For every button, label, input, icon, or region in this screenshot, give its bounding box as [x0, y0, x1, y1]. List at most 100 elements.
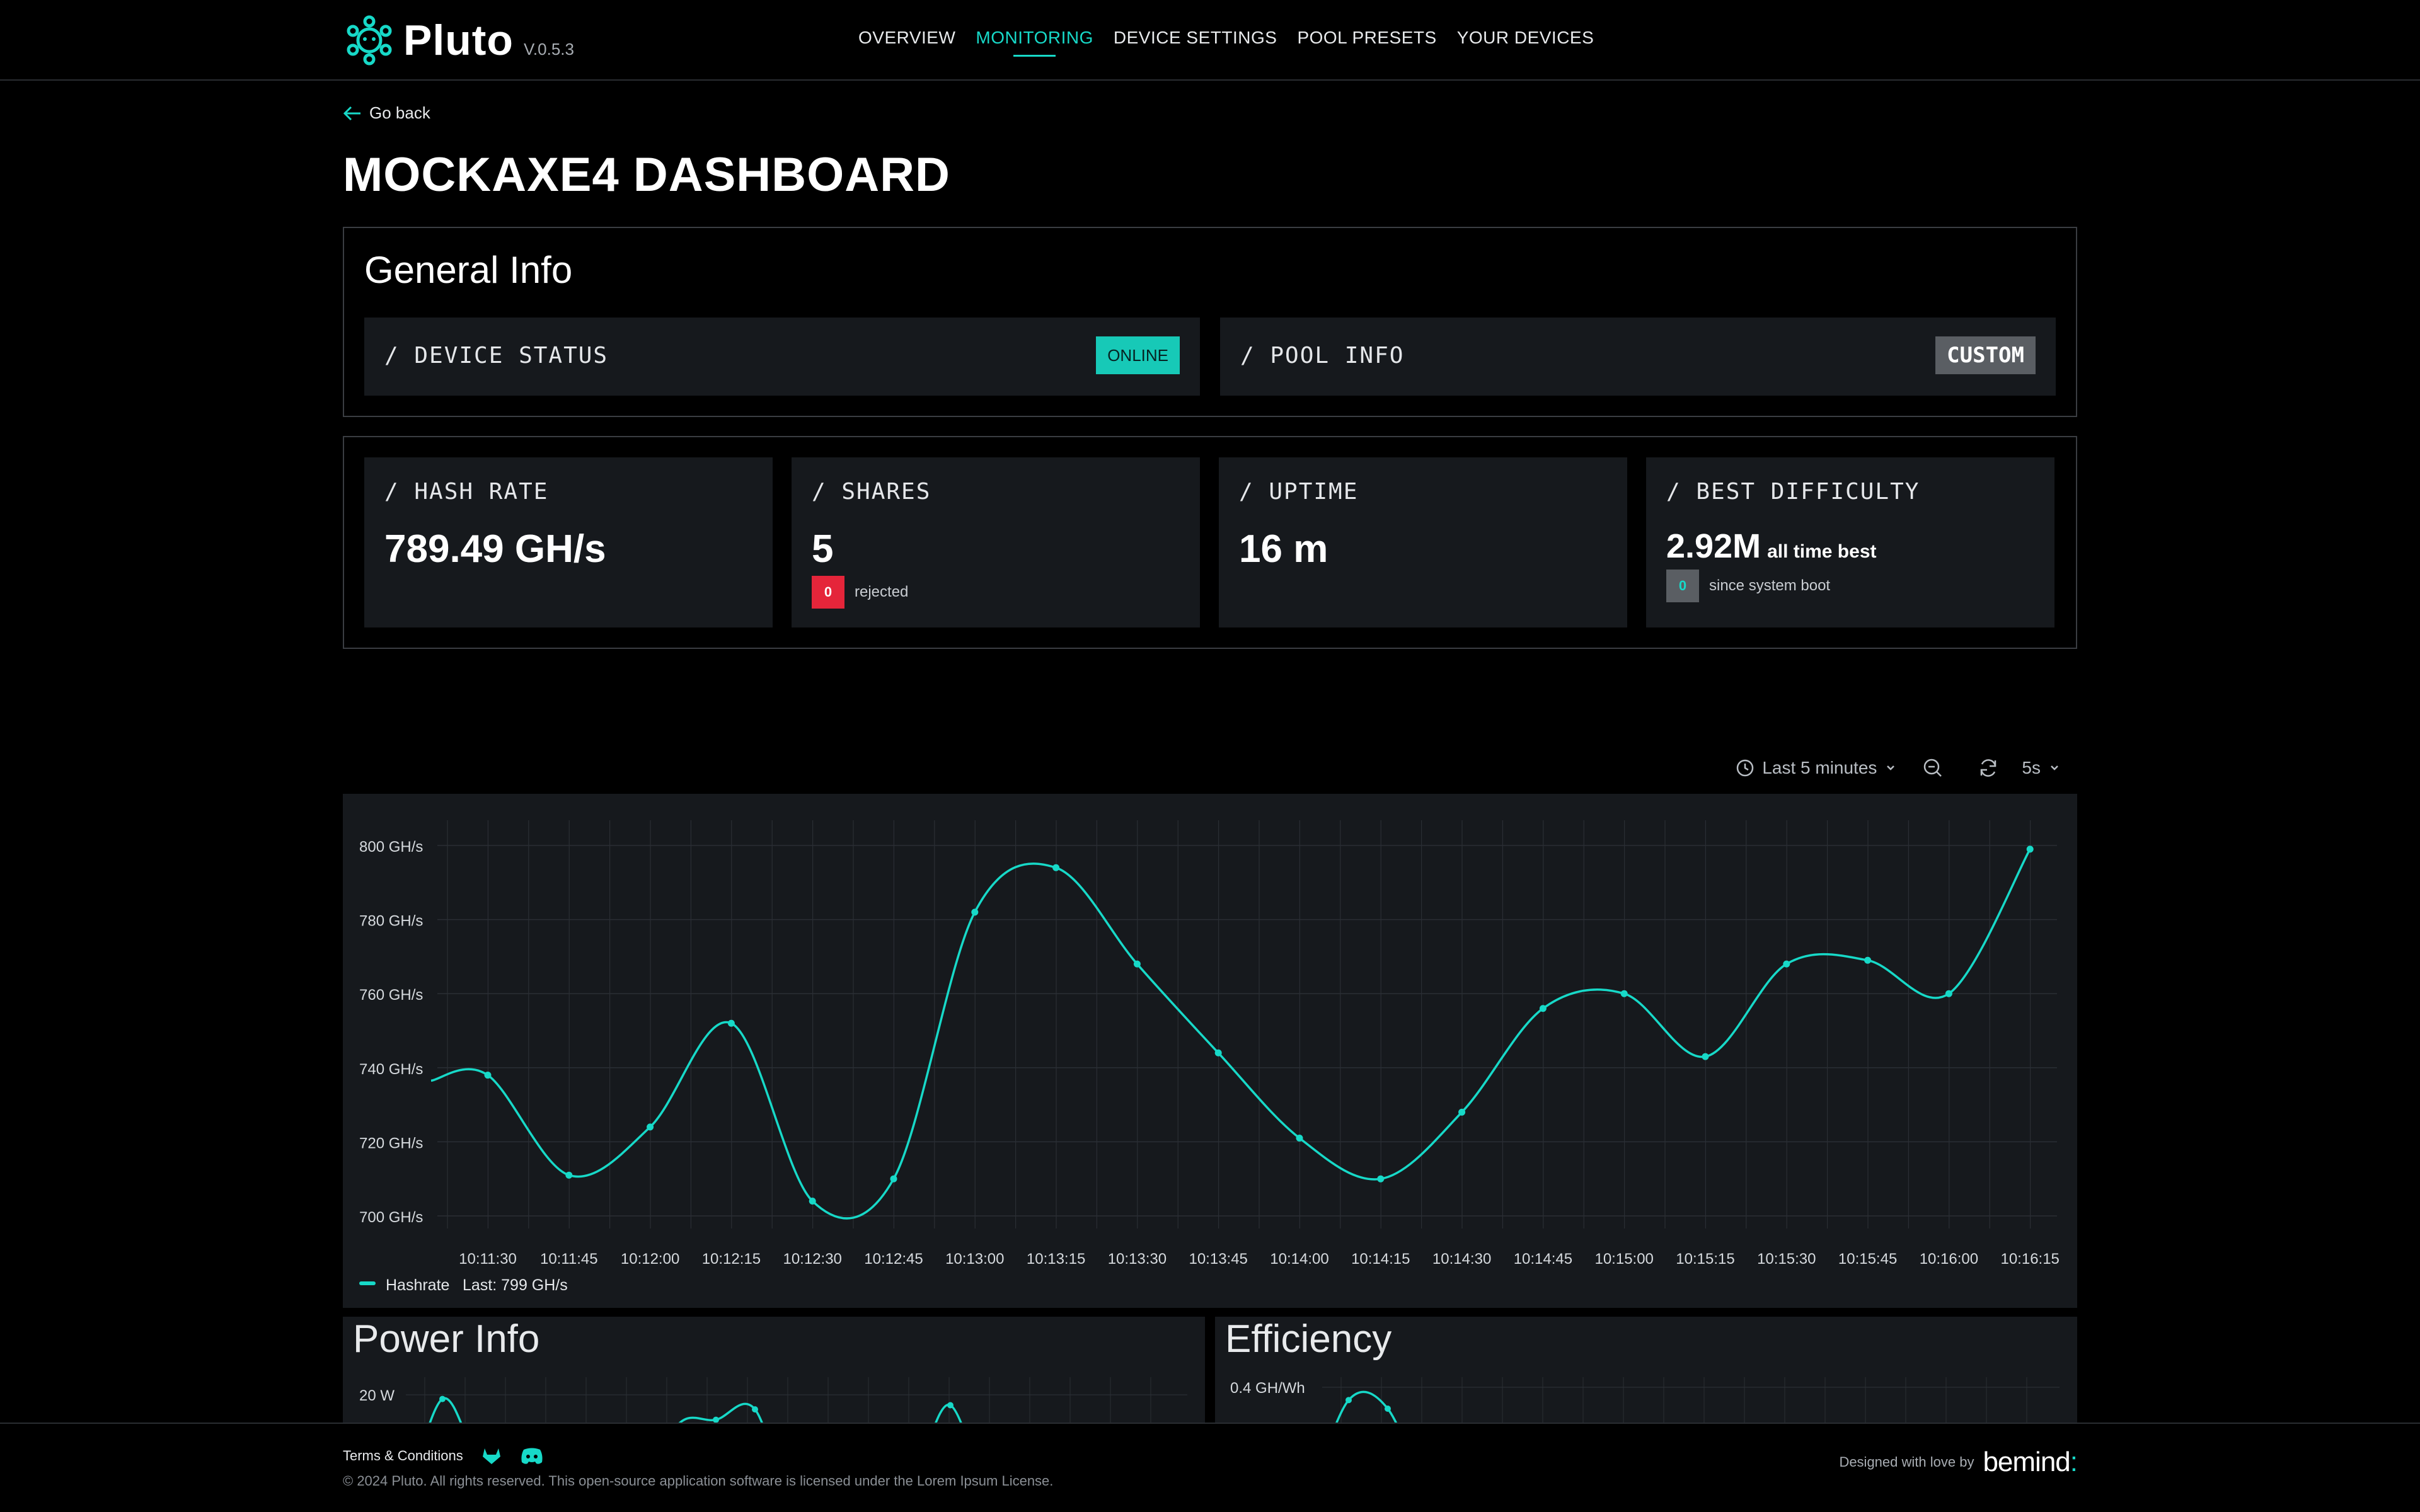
- data-point: [809, 1197, 816, 1205]
- data-point: [565, 1171, 573, 1179]
- chevron-down-icon: [1887, 765, 1895, 770]
- general-info-title: General Info: [364, 249, 573, 291]
- nav-your-devices[interactable]: YOUR DEVICES: [1457, 28, 1594, 57]
- nav-pool-presets[interactable]: POOL PRESETS: [1297, 28, 1436, 57]
- hashrate-line: [430, 849, 2031, 1220]
- app-version: V.0.5.3: [523, 39, 574, 59]
- y-tick-label: 800 GH/s: [359, 839, 423, 856]
- designer-credits: Designed with love by bemind:: [1839, 1446, 2078, 1478]
- time-range-label: Last 5 minutes: [1762, 758, 1877, 777]
- best-difficulty-card: / BEST DIFFICULTY 2.92M all time best 0 s…: [1646, 457, 2054, 627]
- hashrate-chart-panel: 800 GH/s 780 GH/s 760 GH/s 740 GH/s 720 GH/s…: [343, 794, 2077, 1308]
- x-tick-label: 10:13:15: [1027, 1251, 1085, 1268]
- all-time-best-label: all time best: [1767, 541, 1877, 562]
- uptime-card: / UPTIME 16 m: [1219, 457, 1627, 627]
- data-point: [727, 1019, 735, 1027]
- zoom-out-icon[interactable]: [1922, 757, 1944, 779]
- y-tick-label: 740 GH/s: [359, 1061, 423, 1078]
- pool-info-label: / POOL INFO: [1240, 343, 1405, 369]
- x-tick-label: 10:11:45: [540, 1251, 598, 1268]
- hash-rate-label: / HASH RATE: [384, 479, 549, 505]
- power-info-title: Power Info: [353, 1317, 540, 1361]
- data-point: [971, 908, 979, 916]
- device-status-badge: ONLINE: [1096, 336, 1180, 374]
- shares-label: / SHARES: [812, 479, 931, 505]
- x-tick-label: 10:14:30: [1432, 1251, 1491, 1268]
- data-point: [1458, 1108, 1466, 1116]
- legend-label: Hashrate: [386, 1276, 449, 1294]
- page-title: MOCKAXE4 DASHBOARD: [343, 148, 950, 202]
- app-logo[interactable]: Pluto V.0.5.3: [343, 14, 574, 67]
- data-point: [752, 1406, 758, 1413]
- data-point: [890, 1175, 897, 1183]
- nav-monitoring[interactable]: MONITORING: [976, 28, 1093, 57]
- refresh-interval-picker[interactable]: 5s: [2022, 758, 2061, 778]
- data-point: [1702, 1053, 1709, 1060]
- designed-by-label: Designed with love by: [1839, 1454, 1974, 1470]
- y-tick-label: 20 W: [359, 1387, 395, 1404]
- nav-overview[interactable]: OVERVIEW: [858, 28, 955, 57]
- device-status-label: / DEVICE STATUS: [384, 343, 609, 369]
- uptime-value: 16 m: [1239, 527, 1328, 571]
- go-back-label: Go back: [369, 103, 430, 122]
- x-tick-label: 10:16:15: [2000, 1251, 2059, 1268]
- legend-swatch: [359, 1281, 376, 1285]
- pool-info-badge: CUSTOM: [1935, 336, 2036, 374]
- terms-link[interactable]: Terms & Conditions: [343, 1448, 463, 1464]
- efficiency-title: Efficiency: [1225, 1317, 1392, 1361]
- gitlab-icon[interactable]: [481, 1446, 502, 1465]
- data-point: [1377, 1175, 1385, 1183]
- x-tick-label: 10:12:45: [864, 1251, 923, 1268]
- chart-controls: Last 5 minutes 5s: [1736, 757, 2077, 779]
- hash-rate-value: 789.49 GH/s: [384, 527, 606, 571]
- device-status-card: / DEVICE STATUS ONLINE: [364, 318, 1200, 396]
- copyright-text: © 2024 Pluto. All rights reserved. This …: [343, 1473, 1054, 1489]
- x-tick-label: 10:13:30: [1108, 1251, 1167, 1268]
- refresh-icon[interactable]: [1978, 757, 1999, 779]
- clock-icon: [1737, 759, 1754, 777]
- y-tick-label: 760 GH/s: [359, 987, 423, 1004]
- time-range-picker[interactable]: Last 5 minutes: [1736, 758, 1897, 778]
- x-tick-label: 10:15:00: [1594, 1251, 1653, 1268]
- shares-value: 5: [812, 527, 834, 571]
- data-point: [1345, 1397, 1352, 1404]
- x-tick-label: 10:15:30: [1757, 1251, 1816, 1268]
- data-point: [484, 1072, 492, 1079]
- x-tick-label: 10:13:00: [945, 1251, 1004, 1268]
- stats-section: / HASH RATE 789.49 GH/s / SHARES 5 0 rej…: [343, 436, 2077, 649]
- bemind-brand-text: bemind: [1983, 1446, 2070, 1477]
- pool-info-card: / POOL INFO CUSTOM: [1220, 318, 2056, 396]
- rejected-count-badge: 0: [812, 576, 844, 609]
- refresh-interval-label: 5s: [2022, 758, 2041, 777]
- since-boot-label: since system boot: [1709, 577, 1831, 594]
- x-tick-label: 10:14:00: [1270, 1251, 1328, 1268]
- data-point: [2026, 845, 2034, 853]
- top-navigation-bar: Pluto V.0.5.3 OVERVIEW MONITORING DEVICE…: [0, 0, 2420, 81]
- shares-card: / SHARES 5 0 rejected: [792, 457, 1200, 627]
- footer-links: Terms & Conditions: [343, 1446, 544, 1465]
- x-tick-label: 10:14:15: [1351, 1251, 1410, 1268]
- discord-icon[interactable]: [520, 1446, 544, 1465]
- nav-device-settings[interactable]: DEVICE SETTINGS: [1114, 28, 1277, 57]
- data-point: [439, 1395, 446, 1402]
- pluto-logo-icon: [347, 15, 392, 66]
- go-back-link[interactable]: Go back: [343, 103, 430, 123]
- y-tick-label: 0.4 GH/Wh: [1230, 1380, 1305, 1397]
- y-tick-label: 720 GH/s: [359, 1135, 423, 1152]
- data-point: [1385, 1406, 1391, 1412]
- data-point: [1052, 864, 1060, 871]
- y-tick-label: 780 GH/s: [359, 913, 423, 930]
- bemind-logo[interactable]: bemind:: [1983, 1446, 2078, 1478]
- x-tick-label: 10:11:30: [459, 1251, 517, 1268]
- data-point: [1214, 1049, 1222, 1057]
- y-tick-label: 700 GH/s: [359, 1209, 423, 1226]
- data-point: [1620, 990, 1628, 997]
- data-point: [947, 1402, 954, 1409]
- best-difficulty-value-group: 2.92M all time best: [1666, 527, 1877, 566]
- x-tick-label: 10:13:45: [1189, 1251, 1247, 1268]
- x-tick-label: 10:15:15: [1676, 1251, 1734, 1268]
- chevron-down-icon: [2051, 765, 2058, 770]
- data-point: [647, 1123, 654, 1131]
- general-info-section: General Info / DEVICE STATUS ONLINE / PO…: [343, 227, 2077, 417]
- data-point: [1783, 960, 1790, 968]
